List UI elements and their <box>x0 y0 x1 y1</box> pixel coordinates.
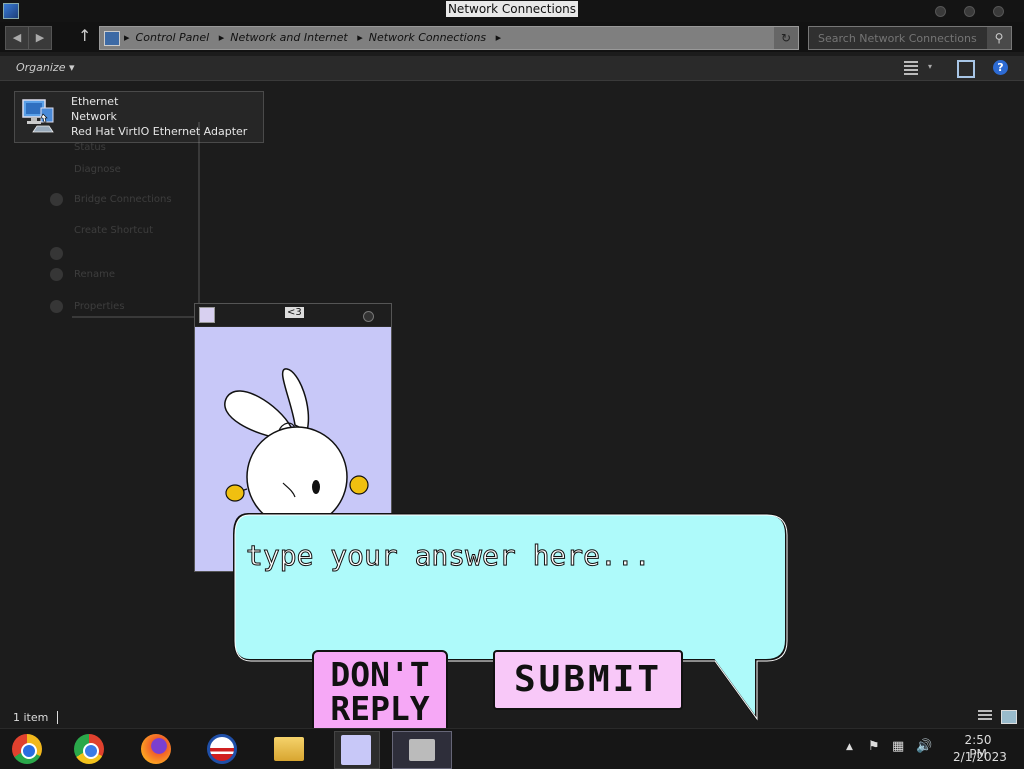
taskbar-chrome[interactable] <box>66 731 110 767</box>
minimize-button[interactable] <box>935 6 946 17</box>
shield-icon <box>50 193 63 206</box>
close-button[interactable] <box>993 6 1004 17</box>
show-hidden-icons-icon[interactable]: ▲ <box>846 742 853 752</box>
search-icon[interactable]: ⚲ <box>987 27 1011 49</box>
back-button[interactable]: ◀ <box>5 26 29 50</box>
shield-icon <box>50 268 63 281</box>
breadcrumb-network-and-internet[interactable]: Network and Internet <box>230 31 348 44</box>
preview-pane-icon[interactable] <box>957 60 975 78</box>
obama-logo-icon <box>207 734 237 764</box>
system-tray: ▲ ⚑ ▦ 🔊 <box>840 729 950 769</box>
file-explorer-icon <box>274 737 304 761</box>
taskbar: ▲ ⚑ ▦ 🔊 2:50 PM 2/1/2023 <box>0 728 1024 769</box>
view-dropdown-chevron-icon[interactable]: ▾ <box>928 62 932 71</box>
bunny-window-title: <3 <box>285 307 304 318</box>
clock-date: 2/1/2023 <box>953 750 1007 764</box>
taskbar-obama-app[interactable] <box>199 731 243 767</box>
taskbar-file-explorer[interactable] <box>266 731 310 767</box>
taskbar-bunny-app[interactable] <box>334 731 380 769</box>
taskbar-firefox[interactable] <box>133 731 177 767</box>
taskbar-control-panel[interactable] <box>392 731 452 769</box>
context-item-shortcut: Create Shortcut <box>74 225 153 236</box>
breadcrumb: ▸ Control Panel ▸ Network and Internet ▸ Ne… <box>124 31 502 44</box>
navigation-bar: ◀ ▶ ↑ ▸ Control Panel ▸ Network and Intern… <box>0 22 1024 52</box>
change-view-icon[interactable] <box>904 61 918 75</box>
search-box[interactable]: ⚲ <box>808 26 1012 50</box>
shield-icon <box>50 247 63 260</box>
breadcrumb-network-connections[interactable]: Network Connections <box>369 31 486 44</box>
refresh-icon[interactable]: ↻ <box>774 27 798 49</box>
status-bar: 1 item <box>0 708 1024 728</box>
taskbar-chrome-canary[interactable] <box>4 731 48 767</box>
bunny-app-icon <box>341 735 371 765</box>
details-view-icon[interactable] <box>978 710 992 722</box>
bunny-window-titlebar[interactable]: <3 <box>195 304 391 326</box>
network-tray-icon[interactable]: ▦ <box>892 739 904 754</box>
up-arrow-icon[interactable]: ↑ <box>78 26 91 45</box>
breadcrumb-control-panel[interactable]: Control Panel <box>136 31 210 44</box>
window-title: Network Connections <box>445 1 579 17</box>
control-panel-icon <box>104 31 120 46</box>
organize-menu[interactable]: Organize ▾ <box>16 61 75 74</box>
item-count: 1 item <box>13 711 49 724</box>
address-bar[interactable]: ▸ Control Panel ▸ Network and Internet ▸ Ne… <box>99 26 799 50</box>
help-icon[interactable]: ? <box>993 60 1008 75</box>
maximize-button[interactable] <box>964 6 975 17</box>
large-icons-view-icon[interactable] <box>1001 710 1017 724</box>
answer-input[interactable] <box>244 534 768 576</box>
volume-icon[interactable]: 🔊 <box>916 739 932 754</box>
command-bar: Organize ▾ ▾ ? <box>0 56 1024 81</box>
search-input[interactable] <box>809 27 990 49</box>
dont-reply-label-line1: DON'T <box>330 655 430 694</box>
context-item-properties: Properties <box>74 301 125 312</box>
submit-button[interactable]: SUBMIT <box>493 650 683 710</box>
bunny-close-button[interactable] <box>363 311 374 322</box>
shield-icon <box>50 300 63 313</box>
context-item-status: Status <box>74 142 106 153</box>
context-item-diagnose: Diagnose <box>74 164 121 175</box>
firefox-icon <box>141 734 171 764</box>
control-panel-icon <box>409 739 435 761</box>
clock[interactable]: 2:50 PM 2/1/2023 <box>950 729 1014 769</box>
bunny-app-icon <box>199 307 215 323</box>
action-center-flag-icon[interactable]: ⚑ <box>868 739 880 754</box>
title-bar: Network Connections <box>0 0 1024 22</box>
forward-button[interactable]: ▶ <box>28 26 52 50</box>
submit-label: SUBMIT <box>513 659 663 700</box>
context-menu-ghost: Status Diagnose Bridge Connections Creat… <box>48 122 202 322</box>
context-item-bridge: Bridge Connections <box>74 194 172 205</box>
context-item-rename: Rename <box>74 269 116 280</box>
connection-name: Ethernet <box>71 95 119 108</box>
